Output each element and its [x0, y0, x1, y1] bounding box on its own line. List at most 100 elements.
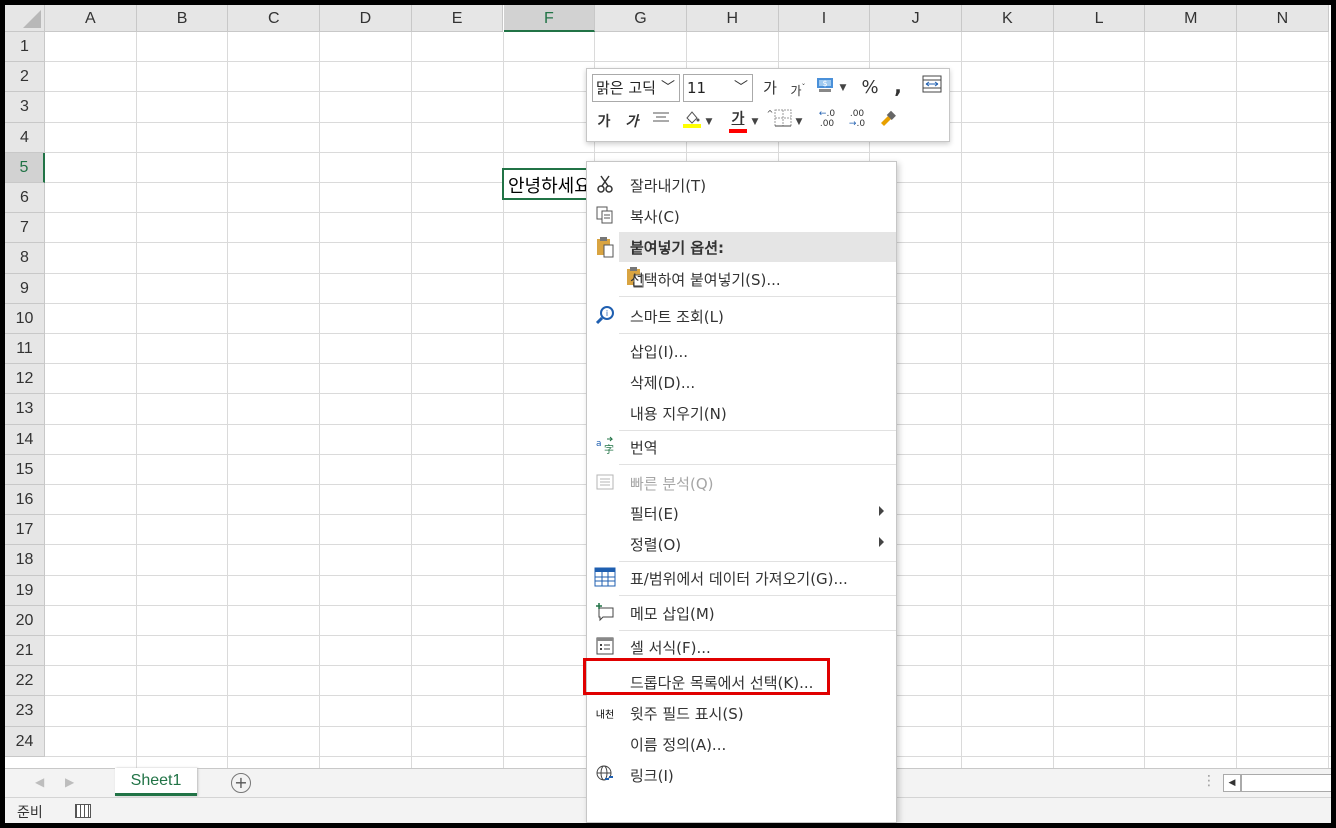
- macro-record-icon[interactable]: [75, 804, 91, 818]
- row-header-22[interactable]: 22: [5, 666, 45, 697]
- row-header-20[interactable]: 20: [5, 605, 45, 636]
- menu-item-17[interactable]: 내천 윗주 필드 표시(S): [587, 698, 896, 728]
- comma-style-icon[interactable]: ,: [891, 73, 905, 99]
- menu-item-18[interactable]: 이름 정의(A)...: [587, 729, 896, 759]
- row-header-15[interactable]: 15: [5, 454, 45, 485]
- increase-decimal-icon[interactable]: ←.0.00: [815, 109, 839, 135]
- row-header-17[interactable]: 17: [5, 515, 45, 546]
- menu-item-6[interactable]: 삽입(I)...: [587, 336, 896, 366]
- row-header-10[interactable]: 10: [5, 303, 45, 334]
- comment-icon: [594, 602, 616, 624]
- column-header-j[interactable]: J: [870, 5, 962, 32]
- menu-item-label: 삽입(I)...: [630, 343, 689, 361]
- select-all-triangle-icon: [23, 10, 41, 28]
- font-size-box[interactable]: 11 ﹀: [683, 74, 753, 102]
- italic-icon[interactable]: 가: [623, 109, 641, 135]
- borders-icon[interactable]: [773, 109, 793, 135]
- row-header-12[interactable]: 12: [5, 364, 45, 395]
- borders-dropdown-icon[interactable]: ▼: [794, 109, 804, 135]
- column-header-i[interactable]: I: [778, 5, 871, 32]
- column-header-d[interactable]: D: [320, 5, 412, 32]
- font-size-dropdown-icon[interactable]: ﹀: [730, 75, 752, 101]
- menu-item-11[interactable]: 필터(E): [587, 498, 896, 528]
- gridline-vertical: [1236, 32, 1238, 768]
- gridline-vertical: [1052, 32, 1054, 768]
- row-header-21[interactable]: 21: [5, 636, 45, 667]
- quick-analysis-icon: [594, 472, 616, 494]
- svg-text:$: $: [822, 79, 827, 88]
- accounting-format-icon[interactable]: $: [815, 74, 837, 100]
- submenu-arrow-icon: [879, 537, 884, 547]
- fill-color-icon[interactable]: [680, 107, 704, 133]
- row-header-24[interactable]: 24: [5, 726, 45, 757]
- row-header-1[interactable]: 1: [5, 32, 45, 63]
- row-header-9[interactable]: 9: [5, 273, 45, 304]
- row-header-11[interactable]: 11: [5, 334, 45, 365]
- column-header-n[interactable]: N: [1237, 5, 1329, 32]
- row-header-19[interactable]: 19: [5, 575, 45, 606]
- format-cells-icon: [594, 636, 616, 658]
- hscroll-left-arrow-icon[interactable]: ◀: [1223, 774, 1241, 792]
- row-header-2[interactable]: 2: [5, 62, 45, 93]
- row-header-16[interactable]: 16: [5, 485, 45, 516]
- menu-item-8[interactable]: 내용 지우기(N): [587, 398, 896, 428]
- row-header-13[interactable]: 13: [5, 394, 45, 425]
- row-header-3[interactable]: 3: [5, 92, 45, 123]
- menu-item-13[interactable]: 표/범위에서 데이터 가져오기(G)...: [587, 563, 896, 593]
- menu-item-7[interactable]: 삭제(D)...: [587, 367, 896, 397]
- column-header-a[interactable]: A: [45, 5, 137, 32]
- column-header-h[interactable]: H: [686, 5, 779, 32]
- menu-item-2[interactable]: 복사(C): [587, 201, 896, 231]
- tab-scroll-left-icon[interactable]: ◀: [35, 775, 44, 789]
- row-header-23[interactable]: 23: [5, 696, 45, 727]
- select-all-corner[interactable]: [5, 5, 45, 32]
- column-header-f[interactable]: F: [503, 5, 596, 32]
- sheet-tab-sheet1[interactable]: Sheet1: [115, 768, 197, 796]
- format-painter-icon[interactable]: [877, 109, 899, 135]
- row-header-14[interactable]: 14: [5, 424, 45, 455]
- font-color-icon[interactable]: 가: [727, 106, 749, 133]
- menu-item-14[interactable]: 메모 삽입(M): [587, 598, 896, 628]
- horizontal-scrollbar[interactable]: [1241, 774, 1331, 792]
- row-header-6[interactable]: 6: [5, 183, 45, 214]
- svg-text:i: i: [606, 309, 608, 318]
- search-icon: i: [594, 305, 616, 327]
- menu-item-9[interactable]: a 字 번역: [587, 432, 896, 462]
- column-header-m[interactable]: M: [1145, 5, 1238, 32]
- shrink-font-icon[interactable]: 가ˇ: [788, 75, 808, 101]
- row-header-8[interactable]: 8: [5, 243, 45, 274]
- wrap-text-icon[interactable]: [921, 75, 943, 101]
- column-header-k[interactable]: K: [962, 5, 1054, 32]
- menu-item-label: 빠른 분석(Q): [630, 475, 714, 493]
- menu-item-19[interactable]: 링크(I): [587, 760, 896, 790]
- fill-color-dropdown-icon[interactable]: ▼: [704, 109, 714, 135]
- bold-icon[interactable]: 가: [595, 109, 613, 135]
- submenu-arrow-icon: [879, 506, 884, 516]
- menu-item-4[interactable]: 선택하여 붙여넣기(S)...: [587, 264, 896, 294]
- add-sheet-plus-icon[interactable]: +: [231, 773, 251, 793]
- tab-scroll-right-icon[interactable]: ▶: [65, 775, 74, 789]
- font-name-box[interactable]: 맑은 고딕 ﹀: [592, 74, 680, 102]
- grow-font-icon[interactable]: 가^: [760, 75, 780, 118]
- tab-splitter-icon[interactable]: ⋮: [1202, 773, 1216, 789]
- accounting-dropdown-icon[interactable]: ▼: [838, 75, 848, 101]
- menu-item-1[interactable]: 잘라내기(T): [587, 170, 896, 200]
- menu-item-label: 링크(I): [630, 767, 674, 785]
- menu-item-5[interactable]: i 스마트 조회(L): [587, 301, 896, 331]
- row-header-18[interactable]: 18: [5, 545, 45, 576]
- row-header-4[interactable]: 4: [5, 122, 45, 153]
- font-color-dropdown-icon[interactable]: ▼: [750, 109, 760, 135]
- center-align-icon[interactable]: [651, 109, 671, 135]
- row-header-5[interactable]: 5: [5, 152, 45, 183]
- percent-style-icon[interactable]: %: [861, 75, 879, 101]
- font-name-dropdown-icon[interactable]: ﹀: [657, 75, 679, 101]
- column-header-g[interactable]: G: [595, 5, 687, 32]
- row-header-7[interactable]: 7: [5, 213, 45, 244]
- menu-item-12[interactable]: 정렬(O): [587, 529, 896, 559]
- column-header-b[interactable]: B: [136, 5, 229, 32]
- column-header-l[interactable]: L: [1053, 5, 1146, 32]
- column-header-e[interactable]: E: [411, 5, 504, 32]
- column-header-c[interactable]: C: [228, 5, 321, 32]
- decrease-decimal-icon[interactable]: .00 →.0: [845, 109, 869, 135]
- menu-item-10[interactable]: 빠른 분석(Q): [587, 468, 896, 498]
